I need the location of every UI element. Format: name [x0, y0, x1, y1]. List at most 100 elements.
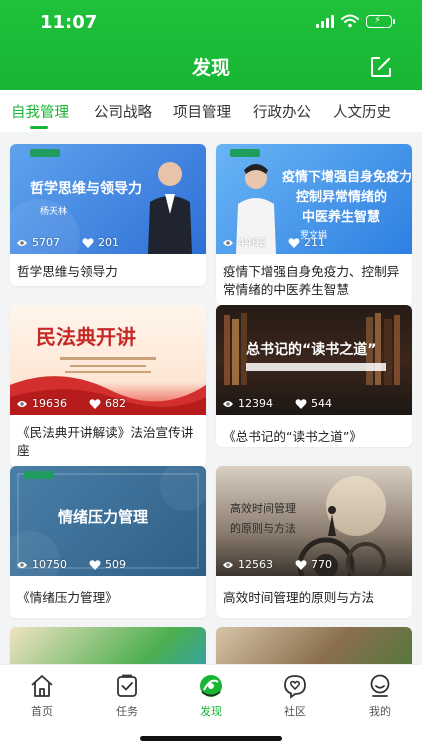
- discover-icon: [200, 675, 222, 697]
- signal-icon: [316, 14, 334, 28]
- heart-icon: [89, 559, 101, 570]
- home-icon: [31, 675, 53, 697]
- tabbar-label: 社区: [284, 705, 306, 718]
- thumbnail-title: 总书记的“读书之道”: [246, 342, 377, 358]
- course-thumbnail: 民法典开讲 19636 682: [10, 305, 206, 415]
- like-count-value: 544: [311, 397, 332, 410]
- course-stats: 12394 544: [222, 397, 332, 410]
- course-card[interactable]: [216, 627, 412, 664]
- thumbnail-line-2: 控制异常情绪的: [296, 190, 388, 205]
- tab-self-management[interactable]: 自我管理: [11, 101, 69, 122]
- view-count: 12394: [222, 397, 273, 410]
- thumbnail-line-1: 高效时间管理: [230, 502, 296, 515]
- status-icons: ⚡: [316, 14, 395, 28]
- course-stats: 10750 509: [16, 558, 126, 571]
- heart-icon: [82, 237, 94, 248]
- like-count: 770: [295, 558, 332, 571]
- view-count: 10750: [16, 558, 67, 571]
- page-title: 发现: [191, 57, 230, 79]
- battery-icon: ⚡: [366, 14, 395, 28]
- like-count: 201: [82, 236, 119, 249]
- top-header: 11:07 ⚡ 发现: [0, 0, 422, 90]
- course-title: 《情绪压力管理》: [17, 590, 118, 605]
- status-time: 11:07: [40, 12, 98, 33]
- eye-icon: [223, 239, 233, 246]
- thumbnail-title: 民法典开讲: [36, 325, 136, 349]
- heart-icon: [89, 398, 101, 409]
- view-count: 19636: [16, 397, 67, 410]
- course-title: 高效时间管理的原则与方法: [223, 590, 375, 605]
- thumbnail-title: 哲学思维与领导力: [30, 181, 142, 197]
- course-card[interactable]: [10, 627, 206, 664]
- view-count: 4402: [222, 236, 266, 249]
- view-count: 5707: [16, 236, 60, 249]
- course-thumbnail: [10, 627, 206, 664]
- tab-humanities-history[interactable]: 人文历史: [333, 101, 391, 122]
- course-stats: 5707 201: [16, 236, 119, 249]
- course-stats: 19636 682: [16, 397, 126, 410]
- tabbar-tasks[interactable]: 任务: [97, 673, 157, 719]
- course-card[interactable]: 疫情下增强自身免疫力 控制异常情绪的 中医养生智慧 罗文娟 4402 211 疫…: [216, 144, 412, 306]
- profile-icon: [370, 674, 390, 697]
- course-title: 疫情下增强自身免疫力、控制异常情绪的中医养生智慧: [223, 264, 400, 297]
- task-icon: [117, 674, 137, 697]
- course-card[interactable]: 总书记的“读书之道” 12394 544 《总书记的“读书之道”》: [216, 305, 412, 447]
- like-count-value: 770: [311, 558, 332, 571]
- heart-icon: [295, 559, 307, 570]
- active-tab-indicator: [30, 126, 48, 129]
- eye-icon: [223, 400, 233, 407]
- thumbnail-line-1: 疫情下增强自身免疫力: [282, 170, 412, 185]
- view-count-value: 10750: [32, 558, 67, 571]
- home-indicator: [140, 736, 282, 741]
- heart-icon: [288, 237, 300, 248]
- course-thumbnail: 疫情下增强自身免疫力 控制异常情绪的 中医养生智慧 罗文娟 4402 211: [216, 144, 412, 254]
- course-thumbnail: 高效时间管理 的原则与方法 12563 770: [216, 466, 412, 576]
- community-icon: [284, 675, 306, 699]
- thumbnail-line-3: 中医养生智慧: [302, 210, 381, 225]
- course-title: 哲学思维与领导力: [17, 264, 118, 279]
- like-count-value: 211: [304, 236, 325, 249]
- course-title: 《总书记的“读书之道”》: [223, 429, 362, 444]
- course-thumbnail: 哲学思维与领导力 杨天林 5707 201: [10, 144, 206, 254]
- eye-icon: [17, 400, 27, 407]
- course-grid: 哲学思维与领导力 杨天林 5707 201 哲学思维与领导力 疫情下增强自身免疫…: [0, 132, 422, 664]
- like-count-value: 509: [105, 558, 126, 571]
- course-card[interactable]: 民法典开讲 19636 682 《民法典开讲解读》法治宣传讲座: [10, 305, 206, 467]
- like-count: 544: [295, 397, 332, 410]
- like-count: 211: [288, 236, 325, 249]
- like-count-value: 201: [98, 236, 119, 249]
- course-card[interactable]: 情绪压力管理 10750 509 《情绪压力管理》: [10, 466, 206, 618]
- like-count-value: 682: [105, 397, 126, 410]
- tabbar-profile[interactable]: 我的: [350, 673, 410, 719]
- like-count: 682: [89, 397, 126, 410]
- eye-icon: [17, 239, 27, 246]
- thumbnail-title: 情绪压力管理: [58, 508, 149, 526]
- view-count-value: 19636: [32, 397, 67, 410]
- thumbnail-line-2: 的原则与方法: [230, 522, 296, 535]
- course-card[interactable]: 哲学思维与领导力 杨天林 5707 201 哲学思维与领导力: [10, 144, 206, 286]
- course-thumbnail: [216, 627, 412, 664]
- tabbar-label: 发现: [200, 705, 222, 718]
- tabbar-discover[interactable]: 发现: [181, 673, 241, 719]
- category-tabs: 自我管理 公司战略 项目管理 行政办公 人文历史: [0, 90, 422, 132]
- eye-icon: [223, 561, 233, 568]
- course-title: 《民法典开讲解读》法治宣传讲座: [17, 425, 194, 458]
- wifi-icon: [341, 14, 359, 28]
- edit-icon[interactable]: [370, 56, 392, 78]
- course-stats: 4402 211: [222, 236, 325, 249]
- tab-administration[interactable]: 行政办公: [253, 101, 311, 122]
- tabbar-label: 任务: [116, 705, 138, 718]
- course-thumbnail: 情绪压力管理 10750 509: [10, 466, 206, 576]
- tab-company-strategy[interactable]: 公司战略: [94, 101, 152, 122]
- view-count-value: 5707: [32, 236, 60, 249]
- tabbar-home[interactable]: 首页: [12, 673, 72, 719]
- view-count-value: 12394: [238, 397, 273, 410]
- view-count-value: 4402: [238, 236, 266, 249]
- view-count: 12563: [222, 558, 273, 571]
- course-stats: 12563 770: [222, 558, 332, 571]
- tab-project-management[interactable]: 项目管理: [173, 101, 231, 122]
- course-card[interactable]: 高效时间管理 的原则与方法 12563 770 高效时间管理的原则与方法: [216, 466, 412, 618]
- tabbar-label: 我的: [369, 705, 391, 718]
- view-count-value: 12563: [238, 558, 273, 571]
- tabbar-community[interactable]: 社区: [265, 673, 325, 719]
